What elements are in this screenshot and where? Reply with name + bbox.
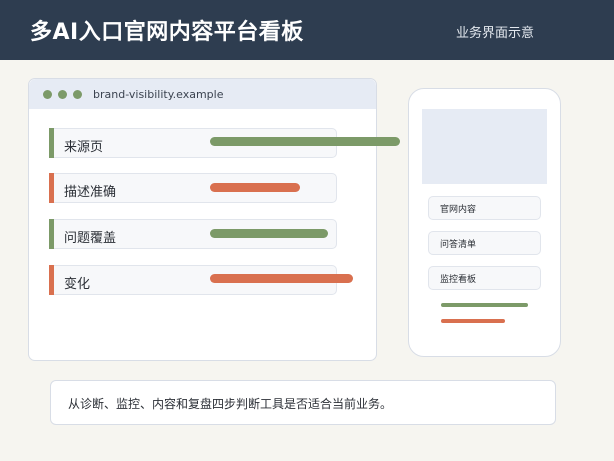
header: 多AI入口官网内容平台看板 业务界面示意: [0, 0, 614, 60]
row-label: 变化: [64, 277, 91, 292]
row-accent: [49, 128, 54, 158]
phone-image-placeholder: [422, 109, 547, 184]
row-label: 来源页: [64, 140, 104, 155]
browser-window: brand-visibility.example 来源页 描述准确 问题覆盖 变…: [28, 78, 377, 361]
phone-item-label: 问答清单: [440, 240, 477, 250]
row-accent: [49, 265, 54, 295]
phone-progress-line: [441, 319, 505, 323]
phone-item-monitor-dashboard[interactable]: 监控看板: [428, 266, 541, 290]
caption-box: 从诊断、监控、内容和复盘四步判断工具是否适合当前业务。: [50, 380, 556, 425]
metric-bar: [210, 274, 353, 283]
phone-progress-line: [441, 303, 528, 307]
row-label: 描述准确: [64, 185, 117, 200]
metric-bar: [210, 183, 300, 192]
window-dot-icon[interactable]: [73, 90, 82, 99]
row-accent: [49, 219, 54, 249]
page-title: 多AI入口官网内容平台看板: [30, 20, 304, 45]
row-label: 问题覆盖: [64, 231, 117, 246]
row-accent: [49, 173, 54, 203]
phone-item-website-content[interactable]: 官网内容: [428, 196, 541, 220]
window-dot-icon[interactable]: [43, 90, 52, 99]
browser-address-bar: brand-visibility.example: [29, 79, 376, 109]
phone-item-label: 官网内容: [440, 205, 477, 215]
header-note: 业务界面示意: [455, 26, 534, 41]
window-dot-icon[interactable]: [58, 90, 67, 99]
metric-bar: [210, 137, 400, 146]
phone-preview: 官网内容 问答清单 监控看板: [408, 88, 561, 357]
browser-url[interactable]: brand-visibility.example: [93, 88, 223, 101]
phone-item-label: 监控看板: [440, 275, 477, 285]
phone-item-qa-list[interactable]: 问答清单: [428, 231, 541, 255]
metric-bar: [210, 229, 328, 238]
caption-text: 从诊断、监控、内容和复盘四步判断工具是否适合当前业务。: [68, 397, 393, 411]
